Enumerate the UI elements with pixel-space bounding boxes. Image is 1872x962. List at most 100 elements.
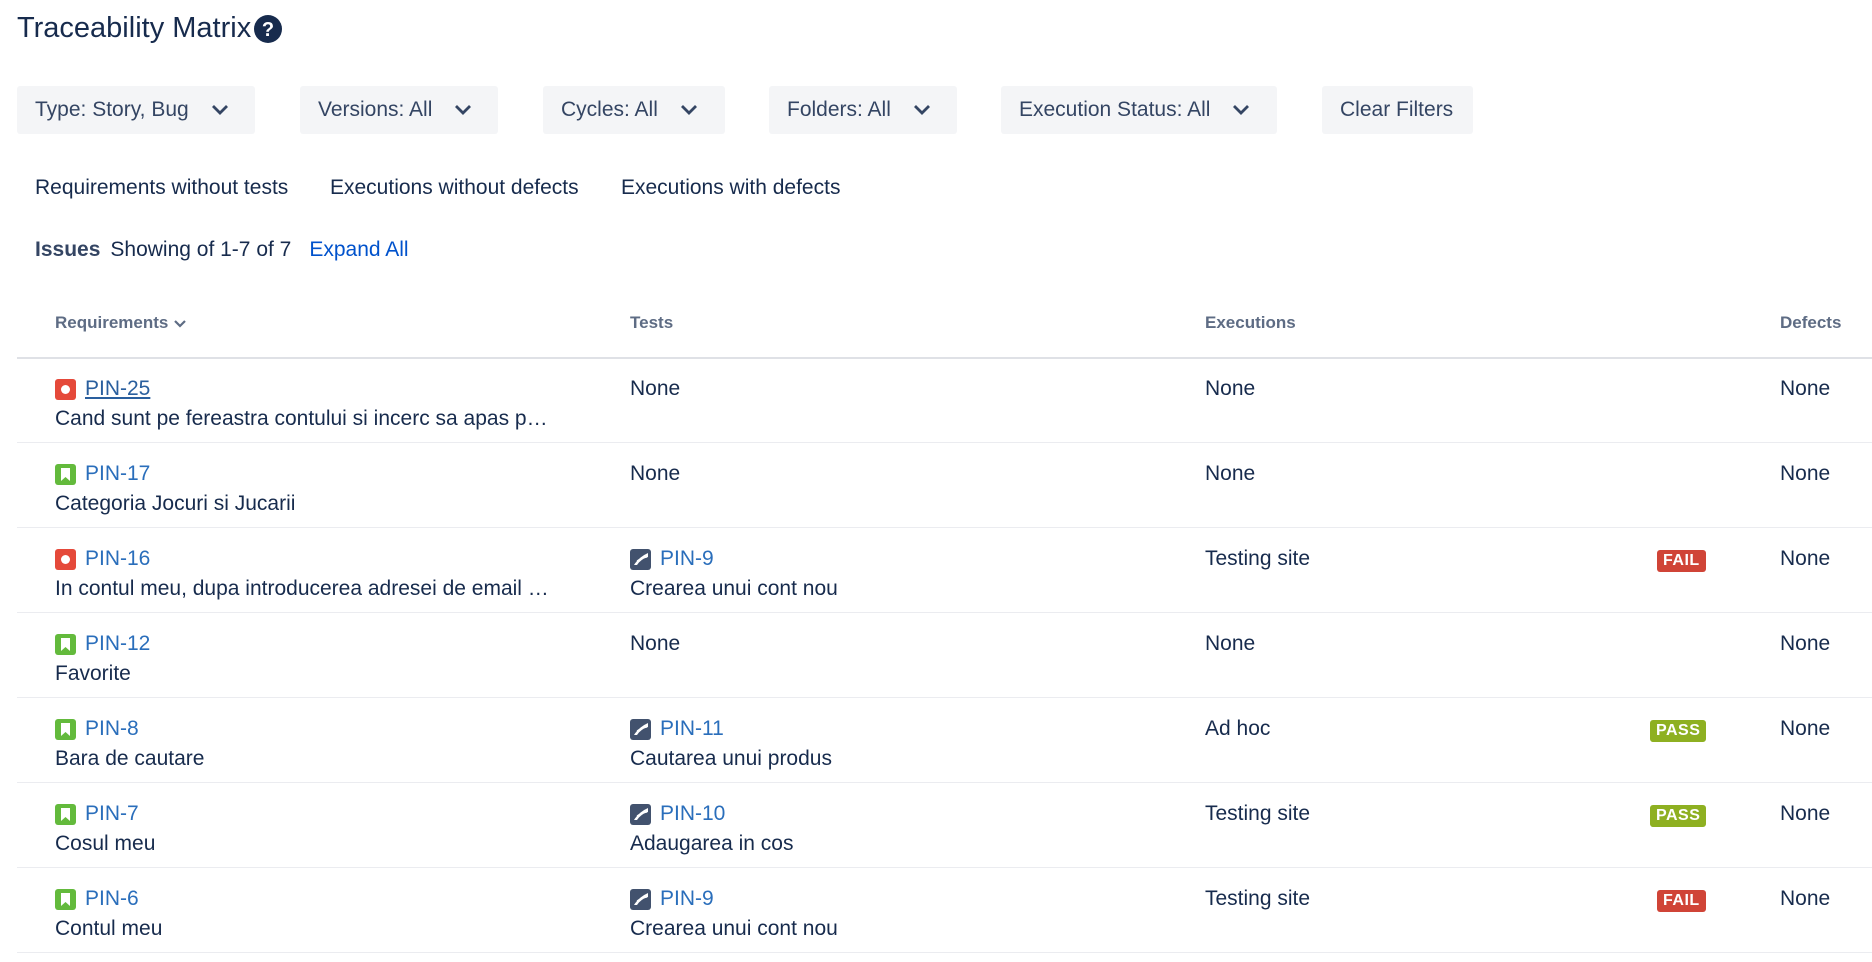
clear-filters-button[interactable]: Clear Filters [1322,86,1473,134]
table-row: PIN-12 Favorite None None None [17,613,1872,698]
execution-status-badge: FAIL [1657,550,1706,572]
test-summary: Cautarea unui produs [630,747,832,770]
test-summary: Crearea unui cont nou [630,577,838,600]
requirement-key-link[interactable]: PIN-25 [85,377,150,401]
test-summary: Crearea unui cont nou [630,917,838,940]
expand-all-link[interactable]: Expand All [309,238,408,262]
table-row: PIN-6 Contul meu PIN-9 Crearea unui cont… [17,868,1872,953]
execution-status-badge: FAIL [1657,890,1706,912]
requirement-summary: In contul meu, dupa introducerea adresei… [55,577,549,600]
requirement-key-link[interactable]: PIN-7 [85,802,139,826]
requirement-key-link[interactable]: PIN-17 [85,462,150,486]
column-header-requirements[interactable]: Requirements [55,313,187,333]
table-row: PIN-17 Categoria Jocuri si Jucarii None N… [17,443,1872,528]
issues-label: Issues [35,238,101,261]
test-cell: PIN-10 Adaugarea in cos [630,800,1150,856]
defects-cell: None [1780,802,1831,825]
test-cell: PIN-9 Crearea unui cont nou [630,545,1150,601]
execution-status-filter[interactable]: Execution Status: All [1001,86,1277,134]
execution-status-badge: PASS [1650,720,1707,742]
execution-cell[interactable]: Testing site [1205,545,1310,573]
type-filter[interactable]: Type: Story, Bug [17,86,255,134]
test-icon [630,718,651,740]
requirement-key-link[interactable]: PIN-6 [85,887,139,911]
requirement-key-link[interactable]: PIN-8 [85,717,139,741]
requirement-cell: PIN-6 Contul meu [55,885,575,941]
versions-filter-label: Versions: All [318,98,433,121]
issues-summary: Issues Showing of 1-7 of 7 Expand All [35,238,409,262]
table-header: Requirements Tests Executions Defects [17,313,1872,359]
requirement-summary: Contul meu [55,917,163,940]
test-summary: Adaugarea in cos [630,832,794,855]
clear-filters-label: Clear Filters [1340,98,1454,121]
test-cell: PIN-9 Crearea unui cont nou [630,885,1150,941]
chevron-down-icon [1233,105,1250,115]
requirement-summary: Categoria Jocuri si Jucarii [55,492,296,515]
test-cell-empty: None [630,462,681,485]
execution-status-badge: PASS [1650,805,1707,827]
table-row: PIN-16 In contul meu, dupa introducerea … [17,528,1872,613]
cycles-filter[interactable]: Cycles: All [543,86,725,134]
folders-filter[interactable]: Folders: All [769,86,957,134]
execution-cell: None [1205,462,1256,485]
requirement-cell: PIN-17 Categoria Jocuri si Jucarii [55,460,575,516]
test-icon [630,888,651,910]
requirement-cell: PIN-8 Bara de cautare [55,715,575,771]
issues-count: Showing of 1-7 of 7 [110,238,292,261]
execution-cell: None [1205,377,1256,400]
requirement-key-link[interactable]: PIN-12 [85,632,150,656]
test-key-link[interactable]: PIN-10 [660,802,725,826]
story-icon [55,888,76,910]
requirement-key-link[interactable]: PIN-16 [85,547,150,571]
type-filter-label: Type: Story, Bug [35,98,189,121]
versions-filter[interactable]: Versions: All [300,86,498,134]
chevron-down-icon [680,105,697,115]
page-header: Traceability Matrix ? [17,12,283,45]
execution-cell[interactable]: Testing site [1205,885,1310,913]
cycles-filter-label: Cycles: All [561,98,658,121]
execution-cell[interactable]: Ad hoc [1205,715,1270,743]
execution-cell: None [1205,632,1256,655]
defects-cell: None [1780,887,1831,910]
story-icon [55,718,76,740]
svg-text:?: ? [262,19,274,41]
table-row: PIN-8 Bara de cautare PIN-11 Cautarea un… [17,698,1872,783]
test-icon [630,803,651,825]
execution-status-filter-label: Execution Status: All [1019,98,1211,121]
story-icon [55,633,76,655]
execution-cell[interactable]: Testing site [1205,800,1310,828]
table-row: PIN-7 Cosul meu PIN-10 Adaugarea in cos … [17,783,1872,868]
folders-filter-label: Folders: All [787,98,891,121]
column-header-defects: Defects [1780,313,1842,332]
requirement-cell: PIN-16 In contul meu, dupa introducerea … [55,545,575,601]
test-key-link[interactable]: PIN-9 [660,887,714,911]
quick-filter-executions-without-defects[interactable]: Executions without defects [330,176,579,200]
story-icon [55,803,76,825]
chevron-down-icon [913,105,930,115]
quick-filter-executions-with-defects[interactable]: Executions with defects [621,176,840,200]
quick-filter-requirements-without-tests[interactable]: Requirements without tests [35,176,288,200]
requirement-summary: Favorite [55,662,131,685]
test-key-link[interactable]: PIN-11 [660,717,724,741]
column-header-executions: Executions [1205,313,1296,332]
story-icon [55,463,76,485]
requirements-header-label: Requirements [55,313,169,332]
requirement-summary: Cosul meu [55,832,156,855]
table-row: PIN-25 Cand sunt pe fereastra contului s… [17,358,1872,443]
defects-cell: None [1780,632,1831,655]
column-header-tests: Tests [630,313,674,332]
test-cell-empty: None [630,632,681,655]
test-key-link[interactable]: PIN-9 [660,547,714,571]
test-icon [630,548,651,570]
sort-down-icon [174,319,187,328]
bug-icon [55,378,76,400]
requirement-cell: PIN-25 Cand sunt pe fereastra contului s… [55,375,575,431]
requirement-summary: Cand sunt pe fereastra contului si incer… [55,407,548,430]
test-cell: PIN-11 Cautarea unui produs [630,715,1150,771]
help-icon[interactable]: ? [253,14,283,44]
requirement-cell: PIN-12 Favorite [55,630,575,686]
bug-icon [55,548,76,570]
page-title: Traceability Matrix [17,12,252,44]
defects-cell: None [1780,717,1831,740]
test-cell-empty: None [630,377,681,400]
